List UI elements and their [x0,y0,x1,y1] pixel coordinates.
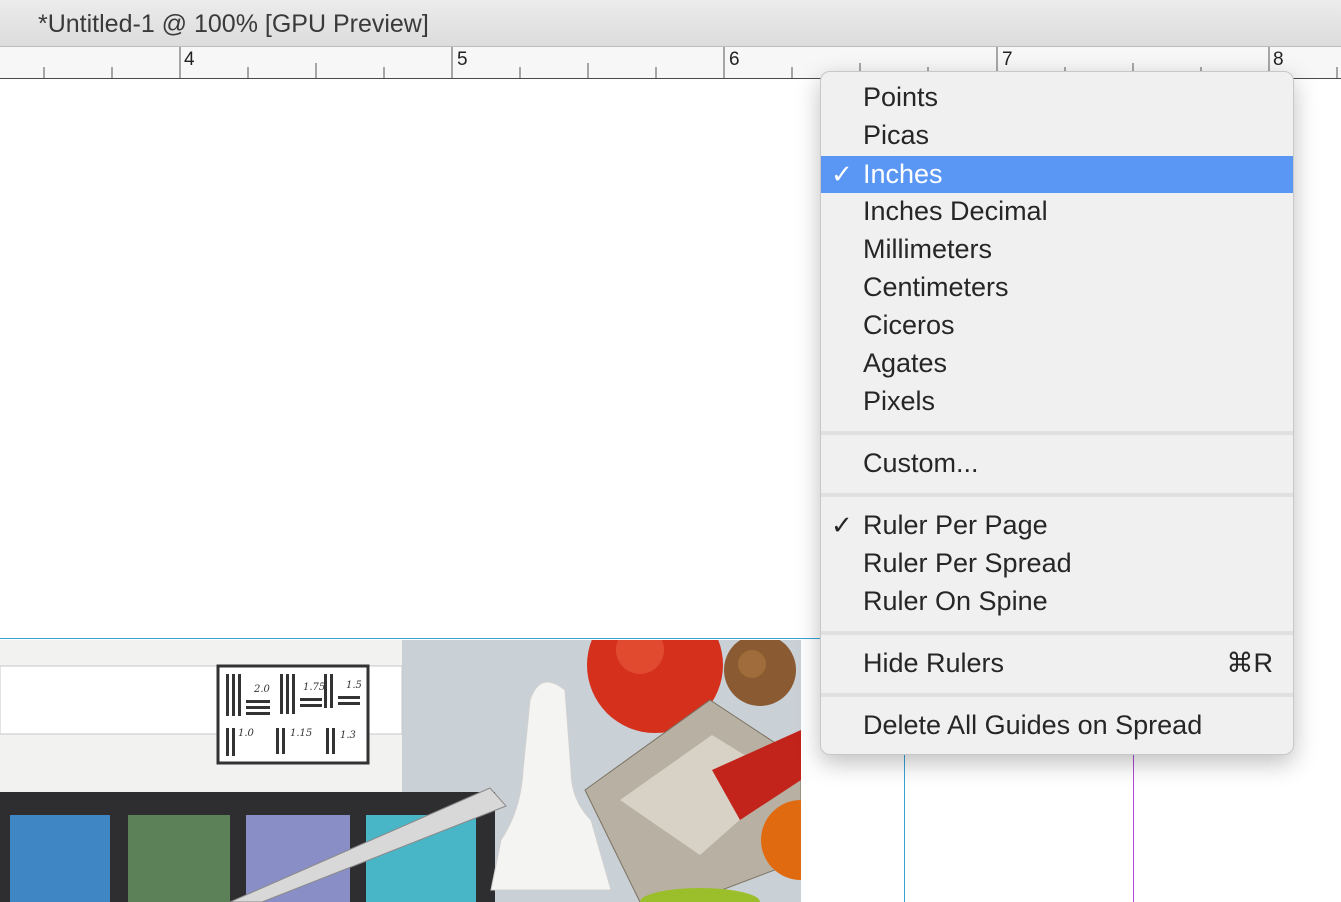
menu-separator [821,631,1293,635]
resolution-mark: 2.0 [253,684,271,695]
menu-item-ciceros[interactable]: Ciceros [821,307,1293,344]
menu-separator [821,693,1293,697]
resolution-mark: 1.3 [340,730,356,741]
menu-item-agates[interactable]: Agates [821,345,1293,382]
menu-item-pixels[interactable]: Pixels [821,383,1293,420]
menu-item-ruler-per-page[interactable]: ✓ Ruler Per Page [821,507,1293,544]
menu-item-centimeters[interactable]: Centimeters [821,269,1293,306]
menu-item-millimeters[interactable]: Millimeters [821,231,1293,268]
shortcut-label: ⌘R [1226,648,1274,678]
menu-item-inches-decimal[interactable]: Inches Decimal [821,193,1293,230]
ruler-label-6: 6 [729,49,740,70]
document-title: *Untitled-1 @ 100% [GPU Preview] [38,10,429,38]
resolution-mark: 1.5 [346,680,362,691]
menu-separator [821,431,1293,435]
ruler-units-context-menu: Points Picas ✓ Inches Inches Decimal Mil… [820,71,1294,755]
document-title-bar: *Untitled-1 @ 100% [GPU Preview] [0,0,1341,47]
menu-item-custom[interactable]: Custom... [821,445,1293,482]
checkmark-icon: ✓ [831,159,853,189]
resolution-mark: 1.75 [303,682,325,693]
checkmark-icon: ✓ [831,510,853,540]
photo-artwork: 2.0 1.75 1.5 1.0 1.15 1.3 [0,640,801,902]
menu-item-inches[interactable]: ✓ Inches [821,156,1293,193]
menu-item-points[interactable]: Points [821,79,1293,116]
placed-image[interactable]: 2.0 1.75 1.5 1.0 1.15 1.3 [0,640,801,902]
menu-item-delete-all-guides[interactable]: Delete All Guides on Spread [821,707,1293,744]
menu-item-picas[interactable]: Picas [821,117,1293,154]
menu-item-hide-rulers[interactable]: Hide Rulers ⌘R [821,645,1293,682]
ruler-label-7: 7 [1002,49,1013,70]
menu-item-ruler-per-spread[interactable]: Ruler Per Spread [821,545,1293,582]
resolution-mark: 1.0 [238,728,255,739]
vertical-guide-cyan[interactable] [904,740,905,902]
vertical-guide-magenta[interactable] [1133,740,1134,902]
ruler-label-5: 5 [457,49,468,70]
resolution-mark: 1.15 [290,728,312,739]
ruler-label-8: 8 [1273,49,1284,70]
menu-separator [821,493,1293,497]
horizontal-guide[interactable] [0,638,820,639]
ruler-label-4: 4 [184,49,195,70]
menu-item-ruler-on-spine[interactable]: Ruler On Spine [821,583,1293,620]
